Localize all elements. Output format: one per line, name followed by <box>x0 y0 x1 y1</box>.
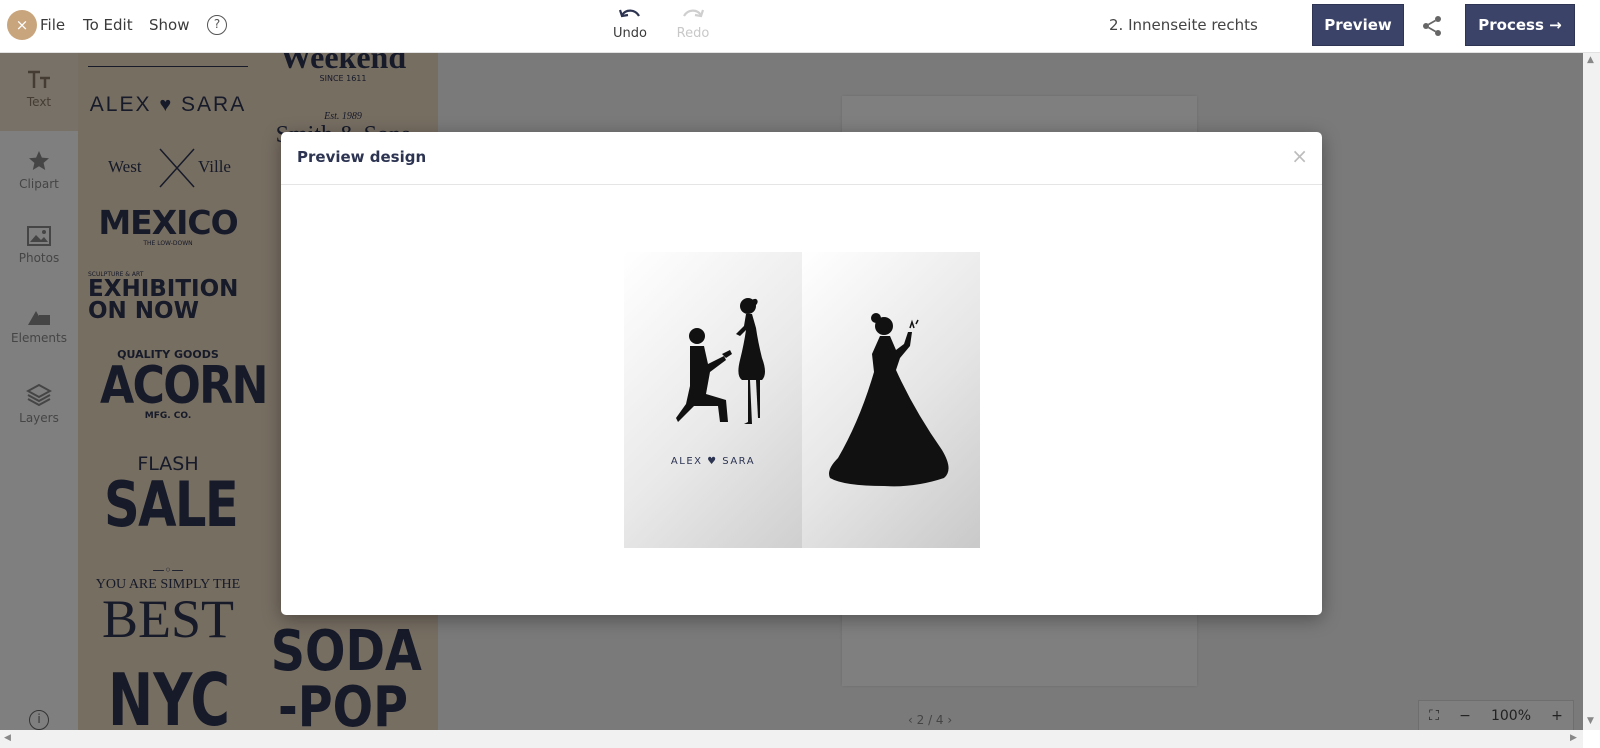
horizontal-scrollbar[interactable]: ◀ ▶ <box>0 730 1583 748</box>
modal-title: Preview design <box>297 148 427 166</box>
undo-icon <box>618 9 640 18</box>
proposal-silhouette <box>676 298 765 424</box>
redo-icon <box>683 9 705 18</box>
preview-names-text: ALEX ♥ SARA <box>670 456 756 467</box>
help-icon[interactable]: ? <box>207 15 227 35</box>
preview-page-right <box>802 252 980 548</box>
process-button[interactable]: Process → <box>1465 4 1575 46</box>
preview-button[interactable]: Preview <box>1312 4 1404 46</box>
menu-to-edit[interactable]: To Edit <box>83 16 133 34</box>
scroll-down-icon[interactable]: ▼ <box>1587 716 1594 726</box>
menu-file[interactable]: File <box>40 16 65 34</box>
redo-label: Redo <box>676 26 710 41</box>
current-page-label: 2. Innenseite rechts <box>1109 16 1258 34</box>
undo-button[interactable]: Undo <box>605 7 655 41</box>
scroll-right-icon[interactable]: ▶ <box>1570 733 1577 743</box>
preview-spread: ALEX ♥ SARA <box>624 252 980 548</box>
top-toolbar: × File To Edit Show ? Undo Redo 2. Innen… <box>0 0 1600 53</box>
preview-page-left: ALEX ♥ SARA <box>624 252 802 548</box>
scroll-up-icon[interactable]: ▲ <box>1587 55 1594 65</box>
scroll-left-icon[interactable]: ◀ <box>4 733 11 743</box>
undo-label: Undo <box>613 26 647 41</box>
vertical-scrollbar[interactable]: ▲ ▼ <box>1583 53 1600 730</box>
menu-show[interactable]: Show <box>149 16 189 34</box>
share-icon[interactable] <box>1420 14 1444 38</box>
modal-header: Preview design × <box>281 132 1322 185</box>
modal-close-button[interactable]: × <box>1291 146 1308 166</box>
bride-silhouette <box>829 313 949 487</box>
redo-button[interactable]: Redo <box>668 7 718 41</box>
close-editor-button[interactable]: × <box>7 10 37 40</box>
preview-modal: Preview design × ALEX ♥ SARA <box>281 132 1322 615</box>
